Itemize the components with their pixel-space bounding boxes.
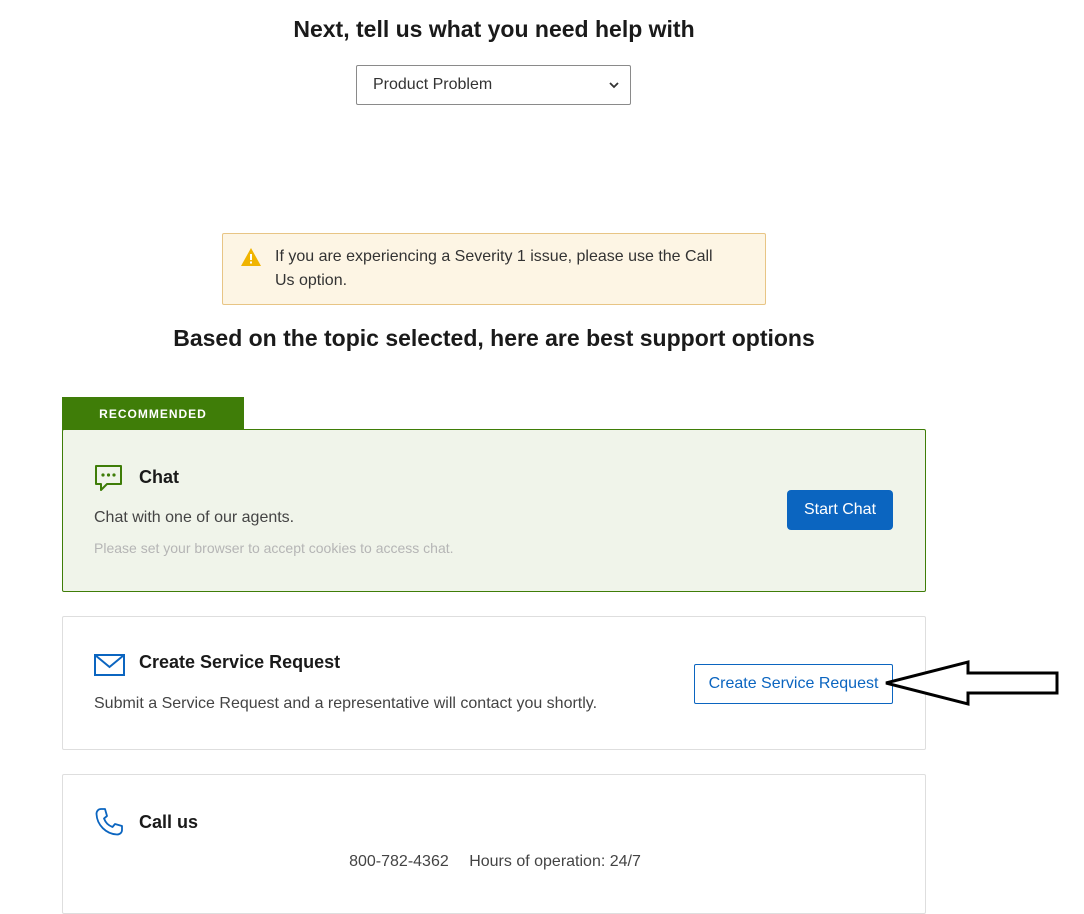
call-title: Call us: [139, 812, 199, 832]
start-chat-button[interactable]: Start Chat: [787, 490, 893, 530]
chat-description: Chat with one of our agents.: [94, 509, 295, 526]
warning-icon: [241, 248, 261, 266]
recommended-badge: RECOMMENDED: [62, 397, 244, 430]
topic-select[interactable]: Product Problem: [356, 65, 631, 105]
chat-cookie-note: Please set your browser to accept cookie…: [94, 540, 454, 556]
options-heading: Based on the topic selected, here are be…: [173, 325, 815, 351]
severity-alert: If you are experiencing a Severity 1 iss…: [222, 233, 766, 305]
chevron-down-icon: [609, 82, 619, 89]
call-card: Call us 800-782-4362 Hours of operation:…: [62, 774, 926, 914]
phone-number[interactable]: 800-782-4362: [349, 853, 449, 870]
envelope-icon: [94, 654, 125, 676]
hours-of-operation: Hours of operation: 24/7: [469, 853, 641, 870]
alert-message: If you are experiencing a Severity 1 iss…: [275, 248, 713, 289]
chat-title: Chat: [139, 467, 179, 487]
chat-bubble-icon: [95, 465, 122, 491]
phone-icon: [95, 808, 123, 836]
page-heading: Next, tell us what you need help with: [293, 16, 695, 42]
pointer-arrow-icon: [885, 660, 1059, 706]
service-request-title: Create Service Request: [139, 652, 341, 672]
create-service-request-button[interactable]: Create Service Request: [694, 664, 893, 704]
chat-card: Chat Chat with one of our agents. Please…: [62, 429, 926, 592]
service-request-card: Create Service Request Submit a Service …: [62, 616, 926, 750]
service-request-description: Submit a Service Request and a represent…: [94, 695, 598, 712]
call-info: 800-782-4362 Hours of operation: 24/7: [63, 853, 927, 871]
topic-select-value: Product Problem: [373, 76, 493, 93]
